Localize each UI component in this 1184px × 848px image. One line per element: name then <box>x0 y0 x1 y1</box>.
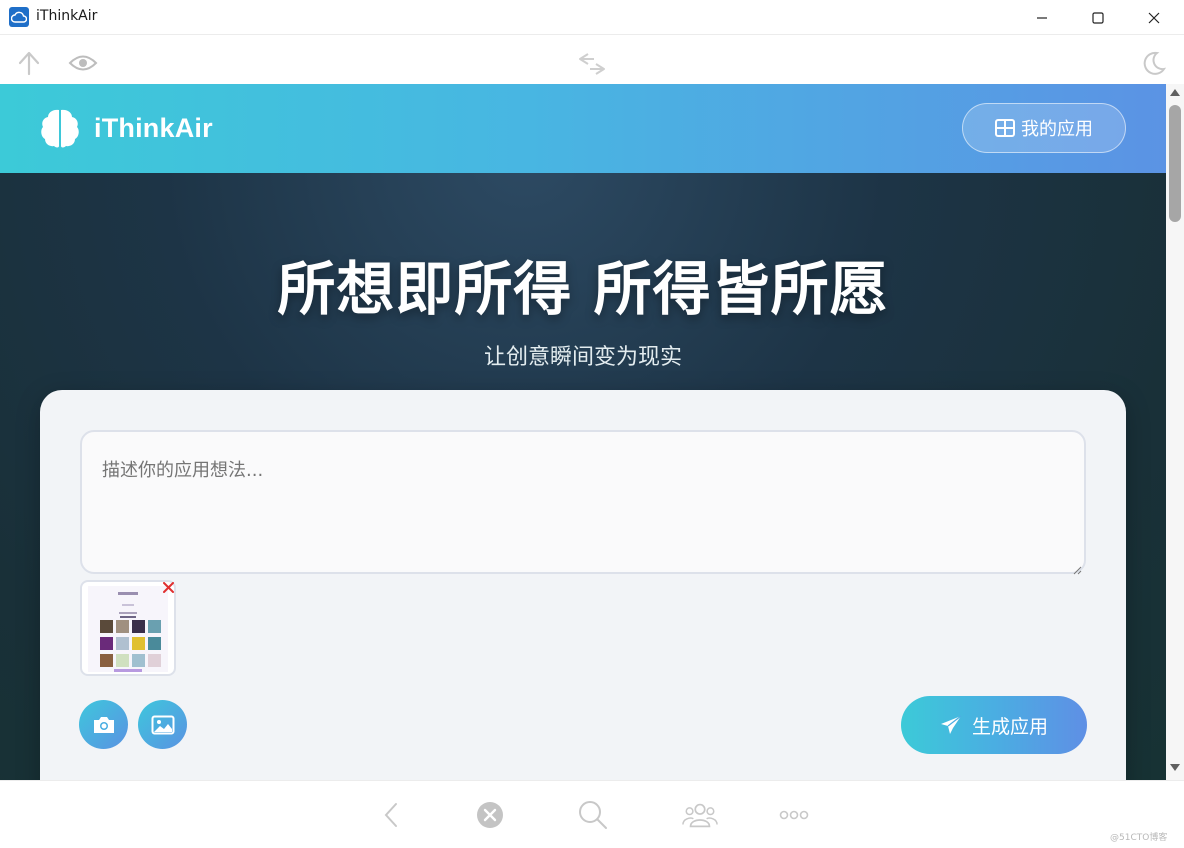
logo[interactable]: iThinkAir <box>38 106 213 150</box>
vertical-scrollbar[interactable] <box>1166 84 1184 780</box>
attachment-thumbnail[interactable] <box>80 580 176 676</box>
my-apps-button[interactable]: 我的应用 <box>962 103 1126 153</box>
minimize-icon <box>1037 16 1047 19</box>
moon-icon <box>1143 51 1167 75</box>
maximize-button[interactable] <box>1070 0 1126 35</box>
bottom-navigation <box>0 780 1184 848</box>
hero-subtitle: 让创意瞬间变为现实 <box>483 345 682 370</box>
back-button[interactable] <box>374 797 410 833</box>
scroll-down-arrow-icon[interactable] <box>1169 763 1181 773</box>
preview-button[interactable] <box>66 50 100 76</box>
site-header: iThinkAir 我的应用 <box>0 84 1166 173</box>
stop-icon <box>477 802 503 828</box>
composer-card: 生成应用 <box>40 390 1126 780</box>
hero-title: 所想即所得 所得皆所愿 <box>277 255 889 323</box>
my-apps-label: 我的应用 <box>1021 119 1093 140</box>
minimize-button[interactable] <box>1014 0 1070 35</box>
web-viewport: iThinkAir 我的应用 所想即所得 所得皆所愿 让创意瞬间变为现实 描述你… <box>0 84 1166 780</box>
theme-toggle-button[interactable] <box>1138 48 1168 78</box>
search-button[interactable] <box>575 797 611 833</box>
back-icon <box>384 803 397 827</box>
camera-button[interactable] <box>79 700 128 749</box>
upload-button[interactable] <box>14 48 44 78</box>
scrollbar-thumb[interactable] <box>1169 105 1181 222</box>
close-icon <box>1148 12 1160 23</box>
attachment-preview-image <box>88 586 168 672</box>
window-titlebar: iThinkAir <box>0 0 1184 35</box>
camera-icon <box>93 716 114 733</box>
watermark: @51CTO博客 <box>1110 833 1168 843</box>
scroll-up-arrow-icon[interactable] <box>1169 87 1181 97</box>
eye-icon <box>68 55 98 71</box>
grid-icon <box>995 119 1015 137</box>
stop-button[interactable] <box>472 797 508 833</box>
app-icon <box>9 7 29 27</box>
swap-button[interactable] <box>575 50 609 78</box>
textarea-resize-handle[interactable] <box>1072 560 1082 575</box>
people-icon <box>682 803 718 828</box>
more-icon <box>779 810 809 820</box>
remove-attachment-icon <box>162 581 174 593</box>
close-button[interactable] <box>1126 0 1182 35</box>
more-button[interactable] <box>776 797 812 833</box>
window-title: iThinkAir <box>36 8 98 24</box>
browser-toolbar <box>0 35 1184 84</box>
swap-arrows-icon <box>579 53 605 75</box>
logo-text: iThinkAir <box>94 112 213 143</box>
search-icon <box>579 801 607 829</box>
idea-prompt-input[interactable] <box>80 430 1086 574</box>
generate-app-button[interactable]: 生成应用 <box>901 696 1087 754</box>
community-button[interactable] <box>682 797 718 833</box>
generate-app-label: 生成应用 <box>971 715 1048 738</box>
remove-attachment-button[interactable] <box>161 580 175 594</box>
maximize-icon <box>1092 11 1104 24</box>
image-upload-button[interactable] <box>138 700 187 749</box>
send-icon <box>940 715 962 735</box>
brain-icon <box>41 109 79 148</box>
upload-arrow-icon <box>18 51 40 76</box>
image-icon <box>151 715 174 734</box>
